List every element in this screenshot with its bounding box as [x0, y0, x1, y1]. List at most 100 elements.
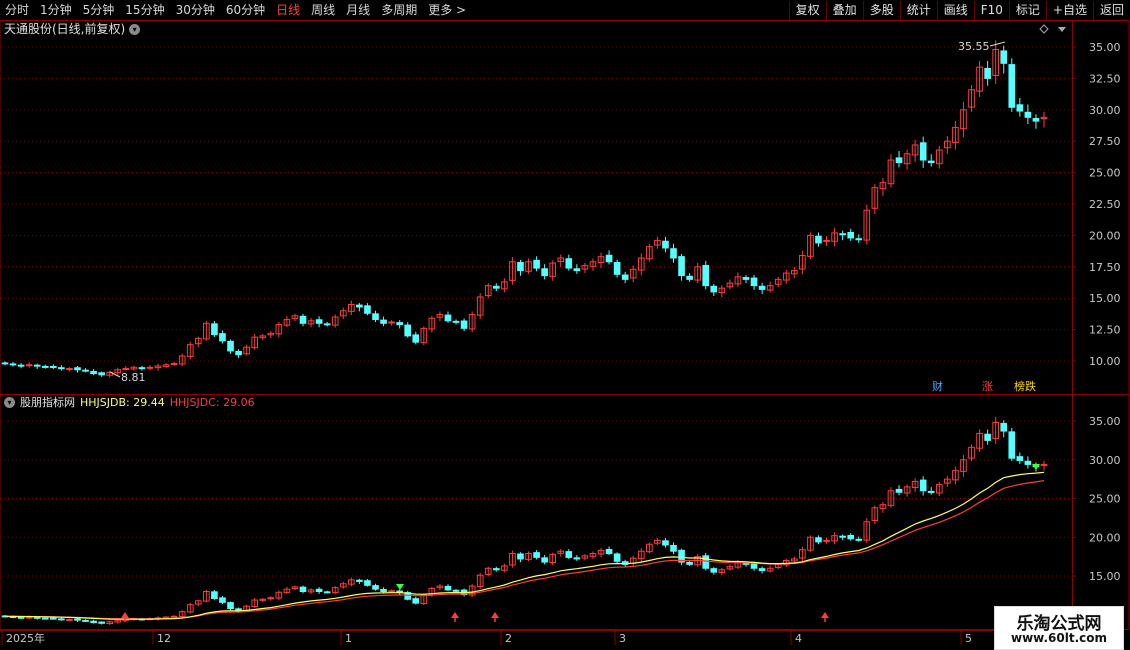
watermark-url: www.60lt.com — [1010, 631, 1108, 645]
ind-candle-body — [927, 490, 935, 493]
y-tick-label: 15.00 — [1089, 570, 1121, 583]
ind-candle-body — [412, 598, 420, 604]
ind-candle-body — [492, 568, 500, 571]
candle-body — [815, 235, 822, 244]
candle-body — [984, 67, 991, 79]
ind-candle-body — [452, 589, 460, 592]
list-badge[interactable]: 榜跌 — [1012, 380, 1038, 393]
candle-body — [58, 367, 65, 370]
candle-body — [678, 256, 685, 277]
candlestick-chart[interactable]: 35.00 32.50 30.00 27.50 25.00 22.50 20.00 17.50… — [0, 0, 1130, 650]
candle-body — [492, 285, 500, 289]
ind-candle-body — [315, 588, 323, 592]
ind-candle-body — [98, 621, 105, 624]
y-tick-label: 20.00 — [1089, 531, 1121, 544]
candle-body — [1008, 64, 1016, 108]
candle-body — [1000, 50, 1008, 64]
candle-body — [460, 320, 468, 329]
ind-candle-body — [364, 580, 371, 586]
candle-body — [138, 367, 146, 370]
ind-candle-body — [323, 591, 331, 594]
ind-candle-body — [388, 590, 395, 593]
candle-body — [380, 319, 387, 324]
candle-body — [364, 305, 371, 314]
ind-candle-body — [1000, 422, 1008, 432]
candle-body — [396, 322, 403, 326]
candle-body — [211, 323, 218, 336]
candle-body — [919, 142, 927, 161]
candle-body — [533, 259, 540, 269]
rise-badge[interactable]: 涨 — [980, 380, 995, 393]
candle-body — [1024, 111, 1032, 118]
candle-body — [41, 365, 49, 368]
candle-body — [452, 320, 460, 323]
time-label: 2025年 — [6, 631, 45, 645]
diamond-icon — [1039, 24, 1049, 34]
y-tick-label: 32.50 — [1089, 72, 1121, 85]
ind-candle-body — [758, 568, 766, 572]
low-label: 8.81 — [121, 371, 146, 384]
ind-candle-body — [444, 585, 452, 591]
ind-candle-body — [1008, 431, 1016, 459]
candle-body — [388, 321, 395, 324]
time-label: 1 — [345, 632, 352, 645]
ind-candle-body — [1016, 456, 1024, 462]
candle-body — [227, 340, 234, 352]
y-tick-label: 25.00 — [1089, 493, 1121, 506]
ind-candle-body — [396, 590, 403, 593]
ind-candle-body — [839, 535, 846, 538]
y-tick-label: 17.50 — [1089, 261, 1121, 274]
ind-candle-body — [17, 616, 25, 619]
candle-body — [323, 323, 331, 326]
y-tick-label: 25.00 — [1089, 167, 1121, 180]
candle-body — [670, 248, 677, 259]
main-pane-frame — [0, 20, 1130, 395]
y-tick-label: 22.50 — [1089, 198, 1121, 211]
candle-body — [299, 315, 307, 324]
time-label: 4 — [795, 632, 802, 645]
ind-candle-body — [541, 557, 548, 563]
ind-candle-body — [573, 557, 581, 560]
sell-arrow — [396, 584, 404, 590]
candle-body — [219, 333, 226, 342]
ind-candle-body — [895, 488, 903, 493]
candle-body — [74, 367, 81, 371]
ind-candle-body — [1024, 460, 1032, 465]
candle-body — [315, 319, 323, 324]
ind-candle-body — [855, 538, 863, 541]
ind-candle-body — [702, 555, 710, 569]
candle-body — [605, 254, 613, 263]
ind-candle-body — [41, 617, 49, 620]
y-tick-label: 30.00 — [1089, 104, 1121, 117]
candle-body — [686, 275, 693, 280]
candle-body — [90, 370, 97, 375]
watermark-logo: 乐淘公式网 www.60lt.com — [994, 606, 1124, 650]
finance-badge[interactable]: 财 — [930, 380, 945, 393]
candle-body — [82, 369, 89, 372]
candle-body — [742, 277, 750, 280]
candle-body — [444, 314, 452, 322]
candle-body — [412, 334, 420, 343]
y-tick-label: 35.00 — [1089, 41, 1121, 54]
ind-candle-body — [662, 540, 669, 546]
candle-body — [98, 372, 105, 376]
ind-candle-body — [815, 537, 822, 543]
candle-body — [573, 268, 581, 272]
y-tick-label: 12.50 — [1089, 324, 1121, 337]
ind-candle-body — [58, 618, 65, 621]
candle-body — [758, 285, 766, 290]
ind-candle-body — [1040, 463, 1048, 466]
ind-candle-body — [372, 585, 379, 590]
ind-candle-body — [517, 553, 524, 560]
candle-body — [855, 238, 863, 241]
ind-candle-body — [686, 561, 693, 565]
ind-candle-body — [613, 553, 621, 562]
candle-body — [839, 233, 846, 236]
candle-body — [541, 268, 548, 277]
candle-body — [50, 365, 57, 368]
y-tick-label: 15.00 — [1089, 292, 1121, 305]
candle-body — [1016, 104, 1024, 112]
time-label: 3 — [619, 632, 626, 645]
time-label: 2 — [505, 632, 512, 645]
candle-body — [1, 362, 9, 365]
